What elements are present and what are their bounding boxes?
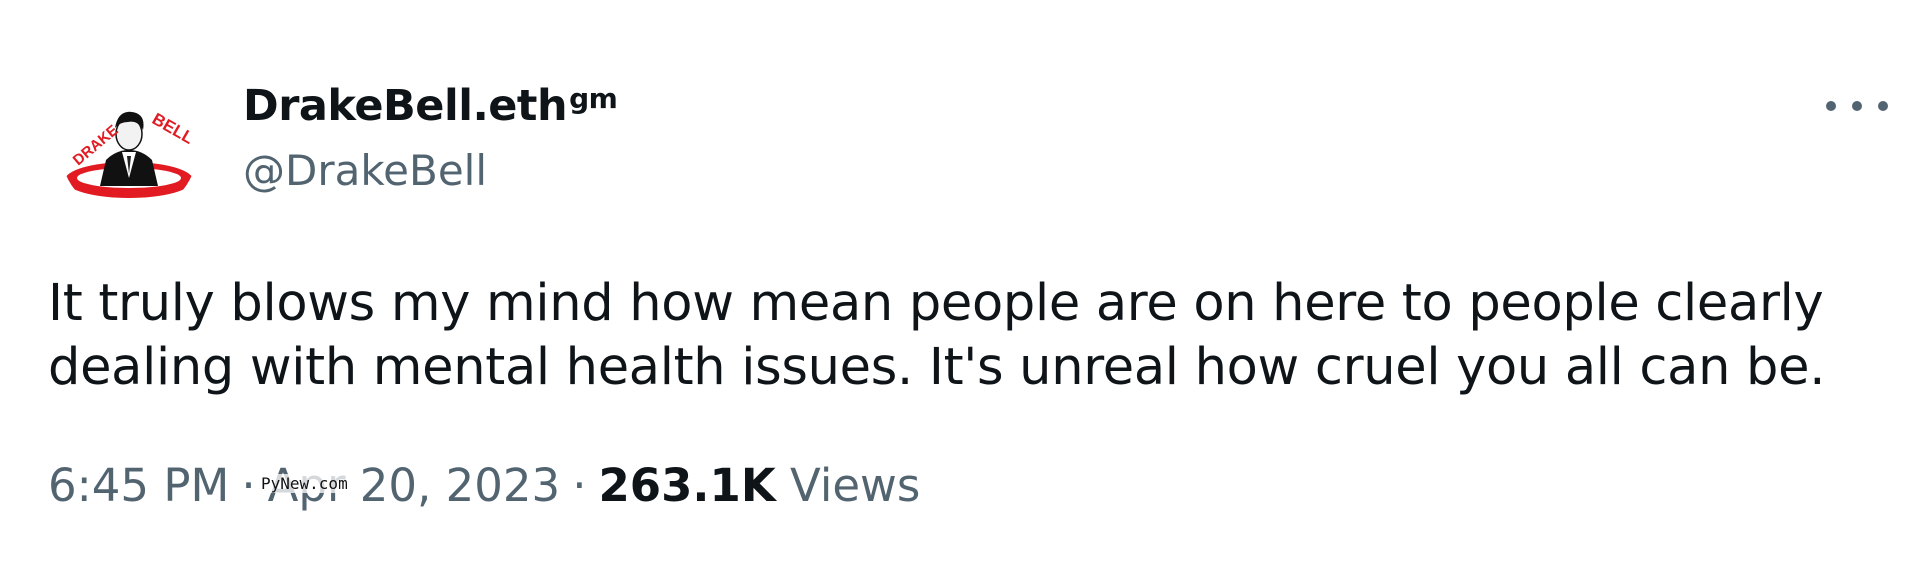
meta-separator: · [241, 459, 256, 512]
tweet-card: DRAKE BELL DrakeBell.ethgm @DrakeBell It… [0, 0, 1920, 562]
tweet-meta: 6:45 PM · Apr 20, 2023 · 263.1K Views [48, 458, 920, 514]
more-horizontal-icon-dot [1852, 101, 1862, 111]
svg-text:BELL: BELL [149, 109, 197, 148]
views-link[interactable]: 263.1K Views [599, 459, 921, 512]
tweet-text-line: It truly blows my mind how mean people a… [48, 274, 1824, 333]
display-name-suffix: gm [569, 82, 618, 115]
views-count: 263.1K [598, 459, 776, 512]
watermark: PyNew.com [259, 474, 350, 493]
more-horizontal-icon-dot [1878, 101, 1888, 111]
display-name-text: DrakeBell.eth [243, 81, 568, 131]
user-handle[interactable]: @DrakeBell [243, 145, 487, 197]
more-horizontal-icon [1826, 101, 1836, 111]
avatar[interactable]: DRAKE BELL [60, 78, 198, 216]
meta-separator: · [572, 459, 587, 512]
display-name[interactable]: DrakeBell.ethgm [243, 80, 618, 137]
tweet-text-line: dealing with mental health issues. It's … [48, 338, 1826, 397]
tweet-time[interactable]: 6:45 PM [48, 459, 229, 512]
views-label: Views [790, 459, 921, 512]
more-options-button[interactable] [1826, 86, 1888, 126]
avatar-image: DRAKE BELL [65, 109, 197, 198]
tweet-text: It truly blows my mind how mean people a… [48, 272, 1898, 400]
